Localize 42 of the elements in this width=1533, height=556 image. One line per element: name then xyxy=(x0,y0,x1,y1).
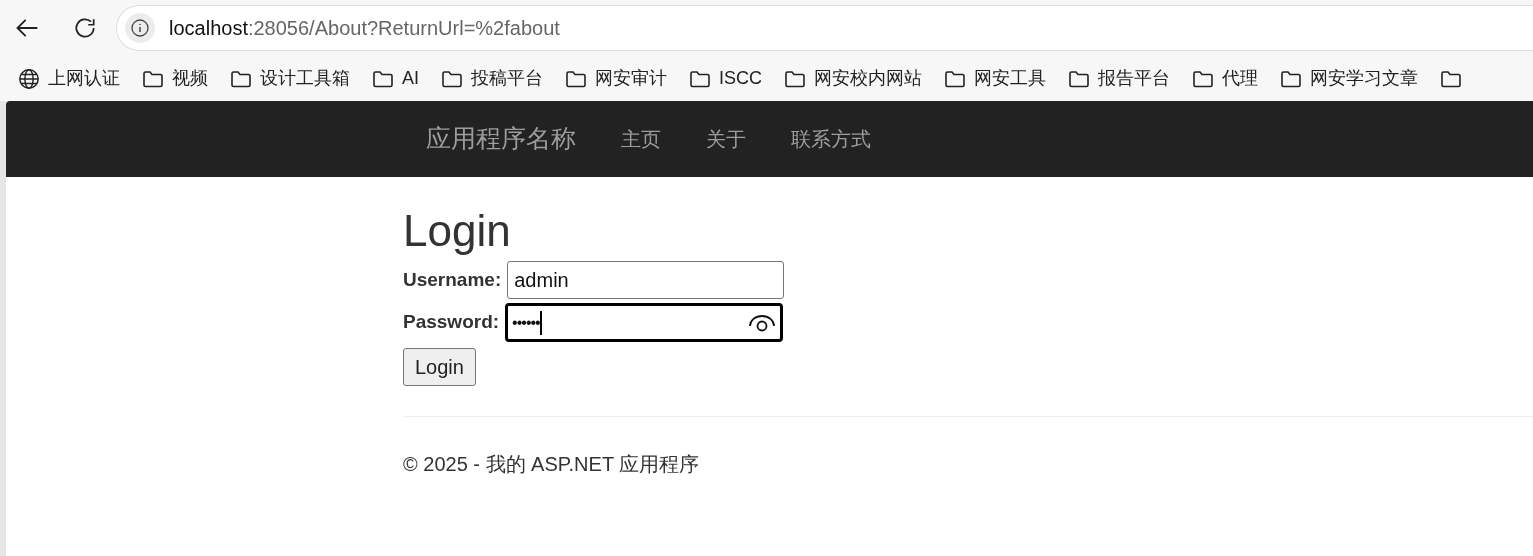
globe-icon xyxy=(18,67,40,90)
nav-link[interactable]: 关于 xyxy=(706,124,746,154)
url-text: localhost:28056/About?ReturnUrl=%2fabout xyxy=(169,16,560,41)
folder-icon xyxy=(689,69,711,88)
address-bar[interactable]: localhost:28056/About?ReturnUrl=%2fabout xyxy=(116,5,1533,51)
folder-icon xyxy=(372,69,394,88)
bookmark[interactable]: 代理 xyxy=(1192,65,1259,92)
field-label: Password: xyxy=(403,310,500,335)
reload-icon[interactable] xyxy=(72,15,98,41)
bookmark[interactable]: 设计工具箱 xyxy=(230,65,350,92)
folder-icon xyxy=(565,69,587,88)
info-icon[interactable] xyxy=(125,13,155,43)
bookmark[interactable]: 网安工具 xyxy=(944,65,1047,92)
nav-link[interactable]: 主页 xyxy=(621,124,661,154)
nav-link[interactable]: 联系方式 xyxy=(791,124,871,154)
bookmark[interactable]: 上网认证 xyxy=(18,65,120,92)
folder-icon xyxy=(441,69,463,88)
password-field[interactable]: •••••• xyxy=(505,303,784,342)
folder-icon xyxy=(784,69,807,88)
bookmark[interactable]: 网安学习文章 xyxy=(1280,65,1419,92)
bookmark[interactable]: ISCC xyxy=(689,65,763,92)
brand-link[interactable]: 应用程序名称 xyxy=(426,120,576,158)
bookmark[interactable]: AI xyxy=(372,65,419,92)
bookmark[interactable]: 报告平台 xyxy=(1068,65,1171,92)
bookmark[interactable]: 视频 xyxy=(142,65,208,92)
folder-icon xyxy=(1280,69,1303,88)
bookmark[interactable]: 网安校内网站 xyxy=(784,65,923,92)
text-field[interactable]: admin xyxy=(507,261,785,299)
folder-icon xyxy=(1440,69,1463,88)
folder-icon xyxy=(1192,69,1215,88)
field-label: Username: xyxy=(403,267,502,292)
folder-icon xyxy=(142,69,164,88)
bookmark[interactable]: 投稿平台 xyxy=(441,65,543,92)
eye-icon[interactable] xyxy=(748,313,777,332)
footer-text: © 2025 - 我的 ASP.NET 应用程序 xyxy=(403,452,701,477)
bookmark[interactable] xyxy=(1440,69,1463,88)
login-button[interactable]: Login xyxy=(403,348,476,386)
page-heading: Login xyxy=(403,205,512,257)
folder-icon xyxy=(1068,69,1091,88)
folder-icon xyxy=(944,69,967,88)
folder-icon xyxy=(230,69,252,88)
bookmark[interactable]: 网安审计 xyxy=(565,65,667,92)
